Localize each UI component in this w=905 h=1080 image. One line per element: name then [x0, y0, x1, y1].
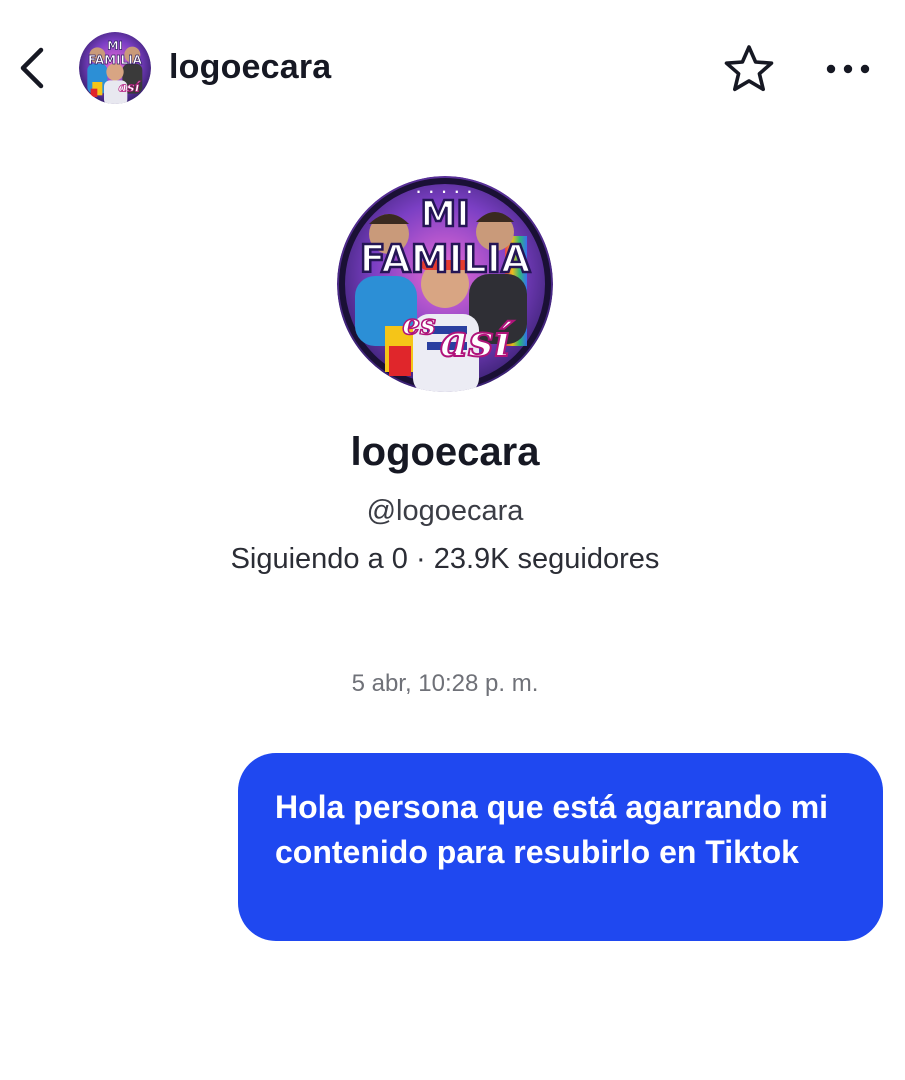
sent-message-bubble[interactable]: Hola persona que está agarrando mi conte…	[238, 753, 883, 941]
svg-text:MI: MI	[107, 38, 123, 52]
back-button[interactable]	[12, 44, 52, 92]
message-timestamp: 5 abr, 10:28 p. m.	[351, 670, 539, 697]
header-avatar[interactable]: MI FAMILIA así	[79, 32, 151, 104]
svg-text:así: así	[118, 79, 141, 95]
avatar-logo-image: · · · · · MI FAMILIA es así	[337, 176, 553, 392]
chevron-left-icon	[20, 47, 44, 89]
star-outline-icon	[724, 45, 774, 92]
profile-handle: @logoecara	[366, 495, 524, 527]
avatar-logo-image: MI FAMILIA así	[79, 32, 151, 104]
more-horizontal-icon	[826, 64, 870, 74]
profile-avatar[interactable]: · · · · · MI FAMILIA es así	[337, 176, 553, 392]
profile-display-name: logoecara	[350, 430, 540, 474]
chat-header: MI FAMILIA así logoecara	[0, 0, 905, 135]
logo-text-familia: FAMILIA	[360, 237, 531, 281]
logo-text-es: es	[402, 308, 436, 341]
svg-text:FAMILIA: FAMILIA	[88, 53, 143, 67]
logo-text-asi: así	[440, 316, 514, 367]
more-options-button[interactable]	[820, 46, 876, 92]
logo-text-mi: MI	[420, 194, 469, 235]
favorite-button[interactable]	[720, 40, 778, 98]
profile-follow-stats: Siguiendo a 0 · 23.9K seguidores	[230, 543, 660, 575]
message-text: Hola persona que está agarrando mi conte…	[275, 789, 829, 870]
header-username[interactable]: logoecara	[169, 48, 331, 87]
